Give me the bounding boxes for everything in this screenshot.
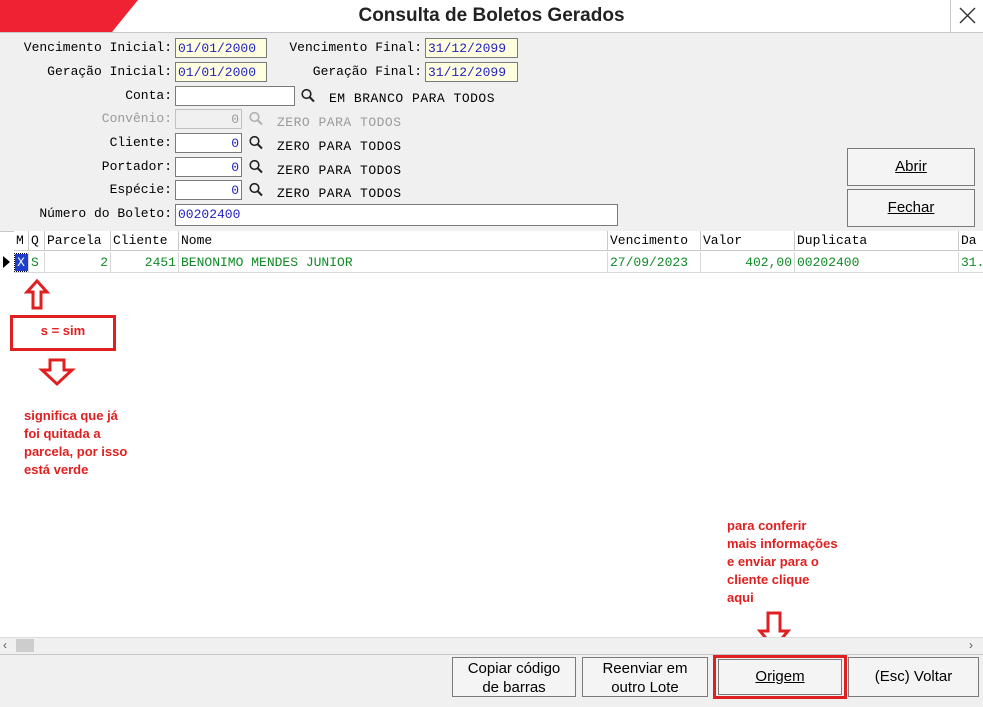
- magnifier-icon: [249, 135, 263, 150]
- row-indicator-icon: [3, 256, 10, 268]
- convenio-hint: ZERO PARA TODOS: [277, 115, 402, 130]
- annotation-origem-line: para conferir: [727, 518, 807, 533]
- magnifier-icon: [249, 111, 263, 126]
- convenio-input: 0: [175, 109, 242, 129]
- row-cell-duplicata[interactable]: 00202400: [795, 252, 959, 273]
- copiar-label-line2: de barras: [482, 679, 546, 696]
- close-icon: [959, 7, 976, 24]
- especie-label: Espécie:: [109, 182, 172, 197]
- abrir-button-label: Abrir: [895, 158, 927, 175]
- col-header-data[interactable]: Da: [959, 231, 983, 251]
- col-header-cliente[interactable]: Cliente: [111, 231, 179, 251]
- row-cell-q[interactable]: S: [29, 252, 45, 273]
- venc-final-label: Vencimento Final:: [289, 40, 422, 55]
- col-header-m[interactable]: M: [14, 231, 29, 251]
- especie-search-button[interactable]: [248, 180, 264, 200]
- annotation-quitada-line: significa que já: [24, 408, 118, 423]
- row-cell-parcela[interactable]: 2: [45, 252, 111, 273]
- venc-inicial-input[interactable]: 01/01/2000: [175, 38, 267, 58]
- voltar-shortcut: (Esc): [874, 668, 914, 685]
- scroll-left-icon[interactable]: ‹: [3, 638, 13, 653]
- annotation-origem-line: cliente clique: [727, 572, 810, 587]
- scroll-right-icon[interactable]: ›: [969, 638, 979, 653]
- col-header-duplicata[interactable]: Duplicata: [795, 231, 959, 251]
- especie-hint: ZERO PARA TODOS: [277, 186, 402, 201]
- col-header-parcela[interactable]: Parcela: [45, 231, 111, 251]
- fechar-button-label: Fechar: [887, 199, 935, 216]
- fechar-button[interactable]: Fechar: [847, 189, 975, 227]
- annotation-origem-line: mais informações: [727, 536, 838, 551]
- col-header-vencimento[interactable]: Vencimento: [608, 231, 701, 251]
- annotation-arrow-up-icon: [24, 278, 50, 310]
- portador-hint: ZERO PARA TODOS: [277, 163, 402, 178]
- annotation-origem-line: e enviar para o: [727, 554, 819, 569]
- conta-label: Conta:: [125, 88, 172, 103]
- scrollbar-thumb[interactable]: [16, 639, 34, 652]
- close-button[interactable]: [950, 0, 983, 32]
- portador-search-button[interactable]: [248, 157, 264, 177]
- origem-button[interactable]: Origem: [718, 659, 842, 695]
- horizontal-scrollbar[interactable]: [0, 637, 983, 655]
- numero-boleto-label: Número do Boleto:: [39, 206, 172, 221]
- ger-final-label: Geração Final:: [312, 64, 422, 79]
- copiar-label-line1: Copiar código: [467, 660, 561, 677]
- annotation-origem-line: aqui: [727, 590, 754, 605]
- voltar-button-label: Voltar: [913, 668, 953, 685]
- abrir-button[interactable]: Abrir: [847, 148, 975, 186]
- row-checkbox-m[interactable]: X: [14, 253, 28, 272]
- annotation-s-sim: s = sim: [40, 323, 86, 338]
- annotation-quitada-line: parcela, por isso: [24, 444, 128, 459]
- voltar-button[interactable]: (Esc) Voltar: [848, 657, 979, 697]
- annotation-quitada-line: foi quitada a: [24, 426, 101, 441]
- cliente-input[interactable]: 0: [175, 133, 242, 153]
- venc-inicial-label: Vencimento Inicial:: [23, 40, 172, 55]
- copiar-codigo-barras-button[interactable]: Copiar código de barras: [452, 657, 576, 697]
- especie-input[interactable]: 0: [175, 180, 242, 200]
- annotation-quitada: significa que já foi quitada a parcela, …: [24, 407, 127, 479]
- row-cell-nome[interactable]: BENONIMO MENDES JUNIOR: [179, 252, 608, 273]
- table-row[interactable]: X: [14, 252, 29, 273]
- portador-label: Portador:: [101, 159, 172, 174]
- conta-hint: EM BRANCO PARA TODOS: [329, 91, 496, 106]
- col-header-nome[interactable]: Nome: [179, 231, 608, 251]
- annotation-quitada-line: está verde: [24, 462, 89, 477]
- annotation-arrow-down-icon: [38, 358, 76, 387]
- col-header-q[interactable]: Q: [29, 231, 45, 251]
- portador-input[interactable]: 0: [175, 157, 242, 177]
- convenio-label: Convênio:: [101, 111, 172, 126]
- magnifier-icon: [249, 182, 263, 197]
- row-cell-data[interactable]: 31.: [959, 252, 983, 273]
- magnifier-icon: [249, 159, 263, 174]
- row-cell-cliente[interactable]: 2451: [111, 252, 179, 273]
- conta-input[interactable]: [175, 86, 295, 106]
- window-title: Consulta de Boletos Gerados: [358, 5, 625, 26]
- col-header-valor[interactable]: Valor: [701, 231, 795, 251]
- reenviar-lote-button[interactable]: Reenviar em outro Lote: [582, 657, 708, 697]
- cliente-label: Cliente:: [109, 135, 172, 150]
- row-cell-vencimento[interactable]: 27/09/2023: [608, 252, 701, 273]
- conta-search-button[interactable]: [300, 86, 316, 106]
- ger-inicial-label: Geração Inicial:: [47, 64, 172, 79]
- magnifier-icon: [301, 88, 315, 103]
- cliente-search-button[interactable]: [248, 133, 264, 153]
- ger-inicial-input[interactable]: 01/01/2000: [175, 62, 267, 82]
- numero-boleto-input[interactable]: 00202400: [175, 204, 618, 226]
- ger-final-input[interactable]: 31/12/2099: [425, 62, 518, 82]
- cliente-hint: ZERO PARA TODOS: [277, 139, 402, 154]
- reenviar-label-line2: outro Lote: [611, 679, 679, 696]
- venc-final-input[interactable]: 31/12/2099: [425, 38, 518, 58]
- annotation-origem-info: para conferir mais informações e enviar …: [727, 517, 838, 607]
- origem-button-label: Origem: [755, 668, 805, 685]
- row-cell-valor[interactable]: 402,00: [701, 252, 795, 273]
- convenio-search-button: [248, 109, 264, 129]
- reenviar-label-line1: Reenviar em: [602, 660, 688, 677]
